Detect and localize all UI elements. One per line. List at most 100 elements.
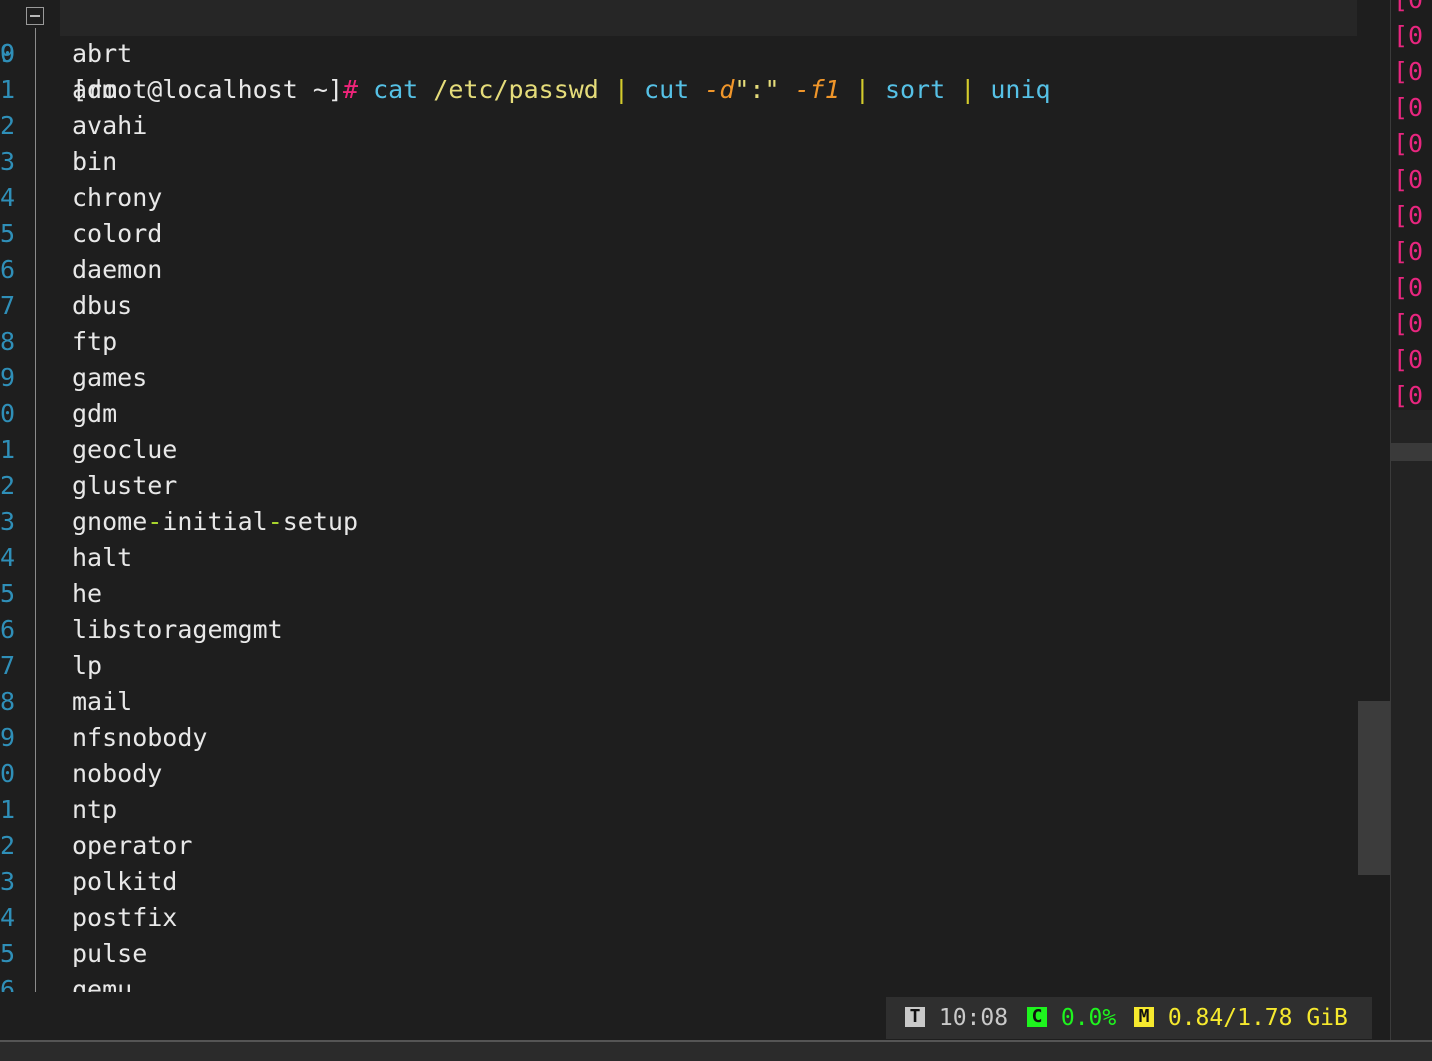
line-number: 7 xyxy=(0,651,16,680)
output-line: 3 bin xyxy=(0,144,1357,180)
output-line: 5 pulse xyxy=(0,936,1357,972)
output-line: 2 avahi xyxy=(0,108,1357,144)
output-line: 6 daemon xyxy=(0,252,1357,288)
cpu-tag-icon: C xyxy=(1027,1007,1047,1027)
line-number: 1 xyxy=(0,435,16,464)
output-text: daemon xyxy=(72,255,163,284)
side-pane-line: [0 xyxy=(1393,0,1423,18)
output-text: qemu xyxy=(72,975,133,992)
output-line: 0 nobody xyxy=(0,756,1357,792)
time-tag-icon: T xyxy=(905,1007,925,1027)
output-text: gnome-initial-setup xyxy=(72,504,358,540)
cpu-usage: 0.0% xyxy=(1060,1005,1117,1031)
output-line: 7 dbus xyxy=(0,288,1357,324)
line-number: 5 xyxy=(0,219,16,248)
line-number: 2 xyxy=(0,471,16,500)
side-pane-line: [0 xyxy=(1393,381,1424,410)
output-text-part: setup xyxy=(282,507,359,536)
output-line: 1 ntp xyxy=(0,792,1357,828)
vertical-scrollbar-thumb[interactable] xyxy=(1358,701,1390,875)
output-line: 5 colord xyxy=(0,216,1357,252)
output-line: 9 games xyxy=(0,360,1357,396)
output-text: geoclue xyxy=(72,435,178,464)
output-text: libstoragemgmt xyxy=(72,615,283,644)
output-line: 8 mail xyxy=(0,684,1357,720)
output-line: 4 chrony xyxy=(0,180,1357,216)
output-line: 1 adm xyxy=(0,72,1357,108)
time-segment: T 10:08 xyxy=(905,997,1008,1039)
side-pane-line: [0 xyxy=(1393,237,1424,266)
side-terminal-pane[interactable]: [0 [0 [0 [0 [0 [0 [0 [0 [0 [0 [0 [0 xyxy=(1390,0,1432,1040)
clock-time: 10:08 xyxy=(938,1005,1009,1031)
output-text: dbus xyxy=(72,291,133,320)
output-line: 3 gnome-initial-setup xyxy=(0,504,1357,540)
line-number: 8 xyxy=(0,327,16,356)
side-pane-line: [0 xyxy=(1393,93,1424,122)
line-number: 0 xyxy=(0,39,16,68)
side-pane-line: [0 xyxy=(1393,129,1424,158)
output-text: postfix xyxy=(72,903,178,932)
line-number: 6 xyxy=(0,615,16,644)
line-number: 1 xyxy=(0,795,16,824)
output-line: 6 qemu xyxy=(0,972,1357,992)
prompt-line: 9 [root@localhost ~]# cat /etc/passwd | … xyxy=(0,0,1357,104)
output-line: 7 lp xyxy=(0,648,1357,684)
side-pane-line: [0 xyxy=(1393,273,1424,302)
line-number: 5 xyxy=(0,939,16,968)
line-number: 9 xyxy=(0,723,16,752)
line-number: 2 xyxy=(0,831,16,860)
output-text: abrt xyxy=(72,39,133,68)
output-text: he xyxy=(72,579,103,608)
side-pane-line: [0 xyxy=(1393,309,1424,338)
output-text: adm xyxy=(72,75,118,104)
output-line: 0 gdm xyxy=(0,396,1357,432)
line-number: 3 xyxy=(0,507,16,536)
line-number: 6 xyxy=(0,255,16,284)
line-number: 7 xyxy=(0,291,16,320)
output-line: 0 abrt xyxy=(0,36,1357,72)
output-line: 2 gluster xyxy=(0,468,1357,504)
line-number: 1 xyxy=(0,75,16,104)
line-number: 5 xyxy=(0,579,16,608)
output-line: 8 ftp xyxy=(0,324,1357,360)
output-text: colord xyxy=(72,219,163,248)
line-number: 6 xyxy=(0,975,16,992)
output-line: 3 polkitd xyxy=(0,864,1357,900)
memory-segment: M 0.84/1.78 GiB xyxy=(1134,997,1348,1039)
output-line: 5 he xyxy=(0,576,1357,612)
memory-tag-icon: M xyxy=(1134,1007,1154,1027)
side-pane-line: [0 xyxy=(1393,201,1424,230)
terminal-pane[interactable]: 9 [root@localhost ~]# cat /etc/passwd | … xyxy=(0,0,1390,992)
output-text: mail xyxy=(72,687,133,716)
output-text-dash: - xyxy=(267,507,283,536)
output-text: polkitd xyxy=(72,867,178,896)
line-number: 0 xyxy=(0,759,16,788)
output-line: 1 geoclue xyxy=(0,432,1357,468)
output-text-part: gnome xyxy=(72,507,148,536)
output-text-dash: - xyxy=(147,507,163,536)
output-line: 6 libstoragemgmt xyxy=(0,612,1357,648)
line-number: 4 xyxy=(0,183,16,212)
output-text: ntp xyxy=(72,795,118,824)
line-number: 4 xyxy=(0,543,16,572)
side-pane-line: [0 xyxy=(1393,345,1424,374)
horizontal-scrollbar[interactable] xyxy=(0,1040,1432,1061)
output-text: bin xyxy=(72,147,118,176)
side-pane-line: [0 xyxy=(1393,57,1424,86)
output-line: 2 operator xyxy=(0,828,1357,864)
line-number: 8 xyxy=(0,687,16,716)
output-text: ftp xyxy=(72,327,118,356)
side-pane-line: [0 xyxy=(1393,165,1424,194)
cpu-segment: C 0.0% xyxy=(1027,997,1116,1039)
output-text: nobody xyxy=(72,759,163,788)
line-number: 3 xyxy=(0,867,16,896)
output-line: 4 halt xyxy=(0,540,1357,576)
side-pane-scrollbar[interactable] xyxy=(1391,443,1432,461)
side-pane-line: [0 xyxy=(1393,21,1424,50)
output-line: 4 postfix xyxy=(0,900,1357,936)
output-text-part: initial xyxy=(162,507,268,536)
output-text: halt xyxy=(72,543,133,572)
line-number: 0 xyxy=(0,399,16,428)
output-text: operator xyxy=(72,831,193,860)
line-number: 3 xyxy=(0,147,16,176)
